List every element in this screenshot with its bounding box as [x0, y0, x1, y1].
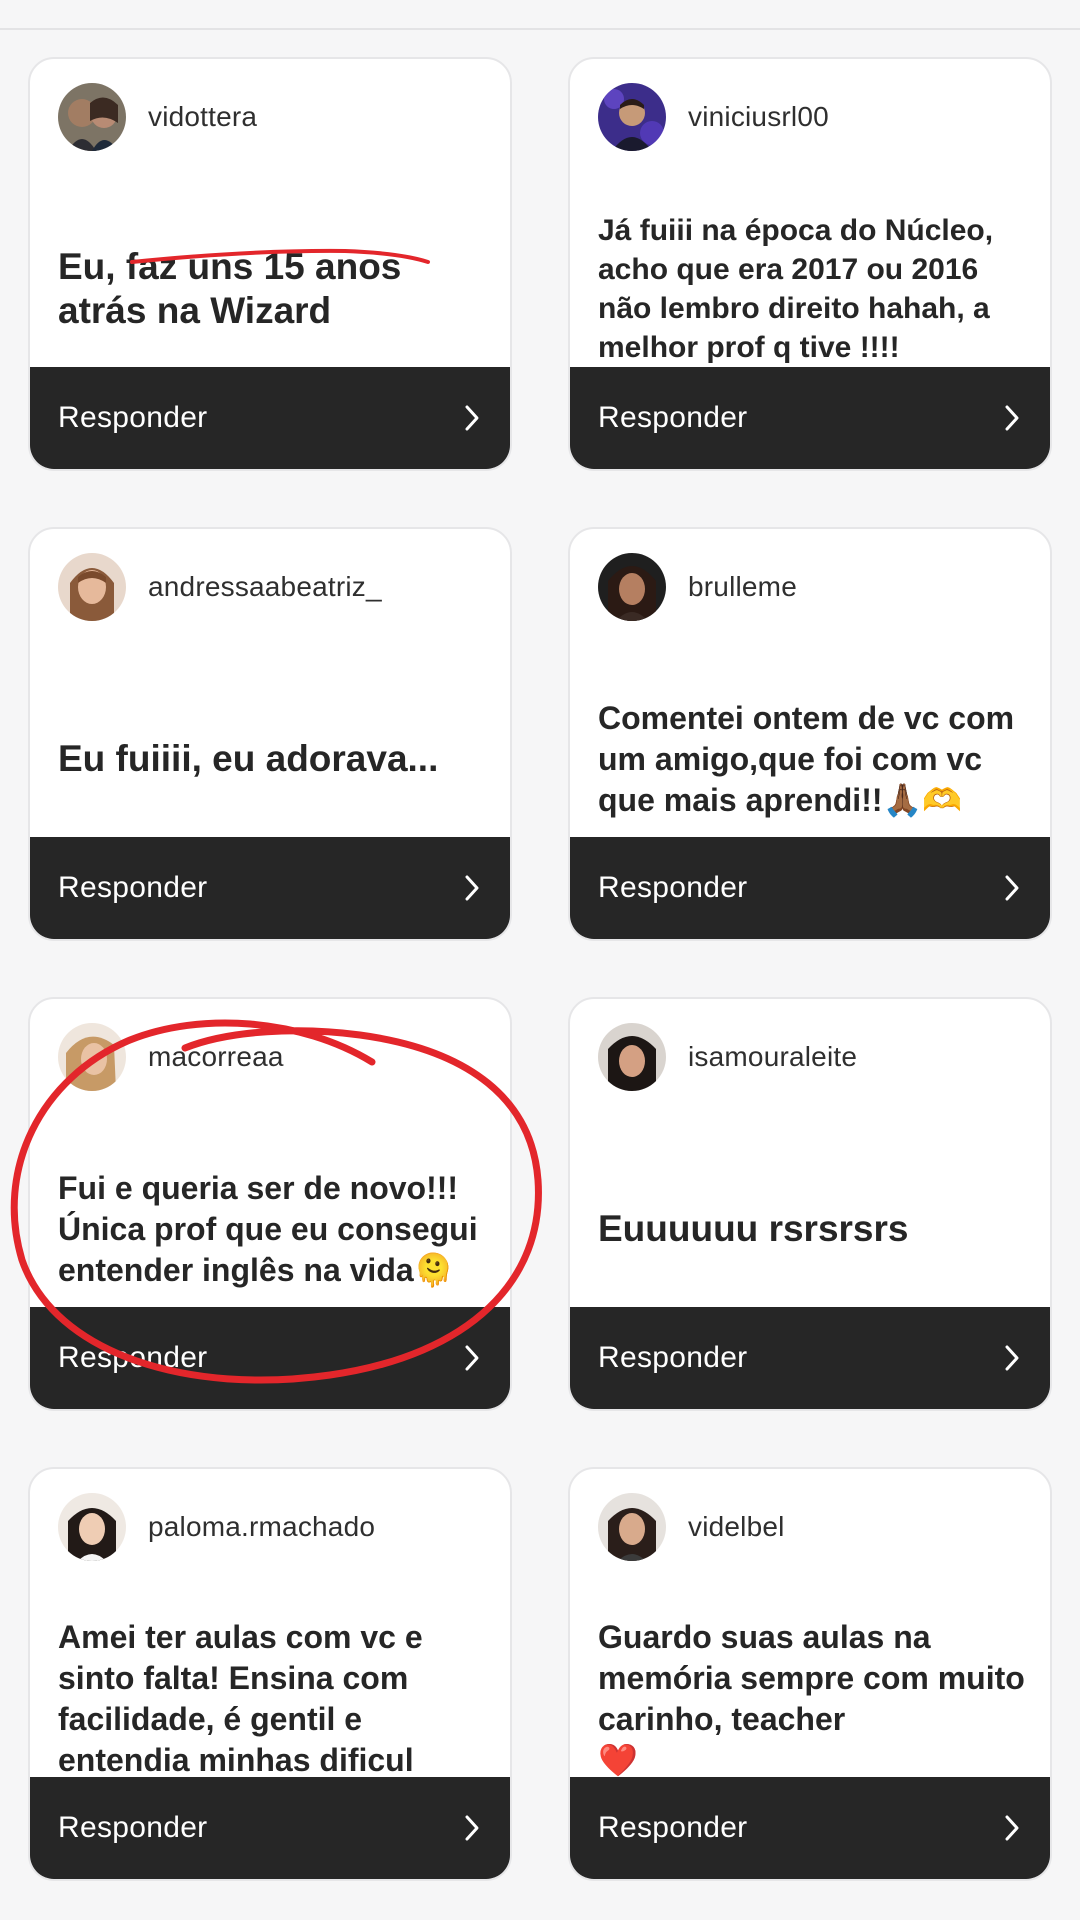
reply-label: Responder: [58, 1341, 208, 1374]
chevron-right-icon: [1004, 1814, 1020, 1842]
card-header: vidottera: [58, 83, 257, 151]
chevron-right-icon: [464, 1814, 480, 1842]
card-header: paloma.rmachado: [58, 1493, 375, 1561]
comment-card-isamouraleite: isamouraleite Euuuuuu rsrsrsrs Responder: [568, 997, 1052, 1411]
comment-card-andressaabeatriz: andressaabeatriz_ Eu fuiiii, eu adorava.…: [28, 527, 512, 941]
avatar[interactable]: [58, 553, 126, 621]
comment-card-macorreaa: macorreaa Fui e queria ser de novo!!! Ún…: [28, 997, 512, 1411]
comment-text: Euuuuuu rsrsrsrs: [598, 1208, 909, 1249]
comment-card-brulleme: brulleme Comentei ontem de vc com um ami…: [568, 527, 1052, 941]
comment-text: Amei ter aulas com vc e sinto falta! Ens…: [58, 1619, 423, 1778]
reply-label: Responder: [58, 871, 208, 904]
comment-text: Guardo suas aulas na memória sempre com …: [598, 1617, 1026, 1781]
reply-button[interactable]: Responder: [570, 837, 1050, 939]
avatar[interactable]: [58, 1023, 126, 1091]
heart-emoji: ❤️: [598, 1741, 638, 1779]
comment-text: Já fuiii na época do Núcleo, acho que er…: [598, 214, 994, 364]
username[interactable]: viniciusrl00: [688, 101, 829, 133]
card-header: viniciusrl00: [598, 83, 829, 151]
username[interactable]: brulleme: [688, 571, 797, 603]
avatar[interactable]: [598, 1493, 666, 1561]
username[interactable]: andressaabeatriz_: [148, 571, 382, 603]
chevron-right-icon: [1004, 1344, 1020, 1372]
username[interactable]: videlbel: [688, 1511, 785, 1543]
comment-card-vidottera: vidottera Eu, faz uns 15 anos atrás na W…: [28, 57, 512, 471]
emoji: 🫠: [413, 1250, 454, 1289]
avatar[interactable]: [58, 1493, 126, 1561]
chevron-right-icon: [464, 404, 480, 432]
reply-button[interactable]: Responder: [30, 837, 510, 939]
reply-button[interactable]: Responder: [30, 1777, 510, 1879]
comment-text-content: Guardo suas aulas na memória sempre com …: [598, 1619, 1025, 1737]
reply-button[interactable]: Responder: [30, 1307, 510, 1409]
card-header: videlbel: [598, 1493, 785, 1561]
comment-text: Eu, faz uns 15 anos atrás na Wizard: [58, 246, 402, 331]
username[interactable]: isamouraleite: [688, 1041, 857, 1073]
chevron-right-icon: [1004, 404, 1020, 432]
reply-label: Responder: [598, 1811, 748, 1844]
reply-label: Responder: [58, 1811, 208, 1844]
card-header: macorreaa: [58, 1023, 284, 1091]
avatar[interactable]: [598, 83, 666, 151]
reply-button[interactable]: Responder: [570, 1307, 1050, 1409]
comment-card-grid: vidottera Eu, faz uns 15 anos atrás na W…: [28, 57, 1052, 1881]
reply-button[interactable]: Responder: [570, 367, 1050, 469]
reply-button[interactable]: Responder: [30, 367, 510, 469]
reply-button[interactable]: Responder: [570, 1777, 1050, 1879]
avatar[interactable]: [58, 83, 126, 151]
comment-text: Comentei ontem de vc com um amigo,que fo…: [598, 698, 1026, 821]
comment-card-videlbel: videlbel Guardo suas aulas na memória se…: [568, 1467, 1052, 1881]
card-header: isamouraleite: [598, 1023, 857, 1091]
comment-text: Eu fuiiii, eu adorava...: [58, 738, 439, 779]
chevron-right-icon: [464, 1344, 480, 1372]
comment-text: Fui e queria ser de novo!!! Única prof q…: [58, 1168, 486, 1291]
top-divider: [0, 28, 1080, 30]
username[interactable]: paloma.rmachado: [148, 1511, 375, 1543]
comment-card-paloma-rmachado: paloma.rmachado Amei ter aulas com vc e …: [28, 1467, 512, 1881]
avatar[interactable]: [598, 1023, 666, 1091]
reply-label: Responder: [598, 401, 748, 434]
username[interactable]: vidottera: [148, 101, 257, 133]
username[interactable]: macorreaa: [148, 1041, 284, 1073]
chevron-right-icon: [1004, 874, 1020, 902]
emoji: 🙏🏾🫶: [882, 780, 963, 819]
card-header: brulleme: [598, 553, 797, 621]
reply-label: Responder: [58, 401, 208, 434]
card-header: andressaabeatriz_: [58, 553, 382, 621]
reply-label: Responder: [598, 1341, 748, 1374]
chevron-right-icon: [464, 874, 480, 902]
reply-label: Responder: [598, 871, 748, 904]
comment-card-viniciusrl00: viniciusrl00 Já fuiii na época do Núcleo…: [568, 57, 1052, 471]
avatar[interactable]: [598, 553, 666, 621]
